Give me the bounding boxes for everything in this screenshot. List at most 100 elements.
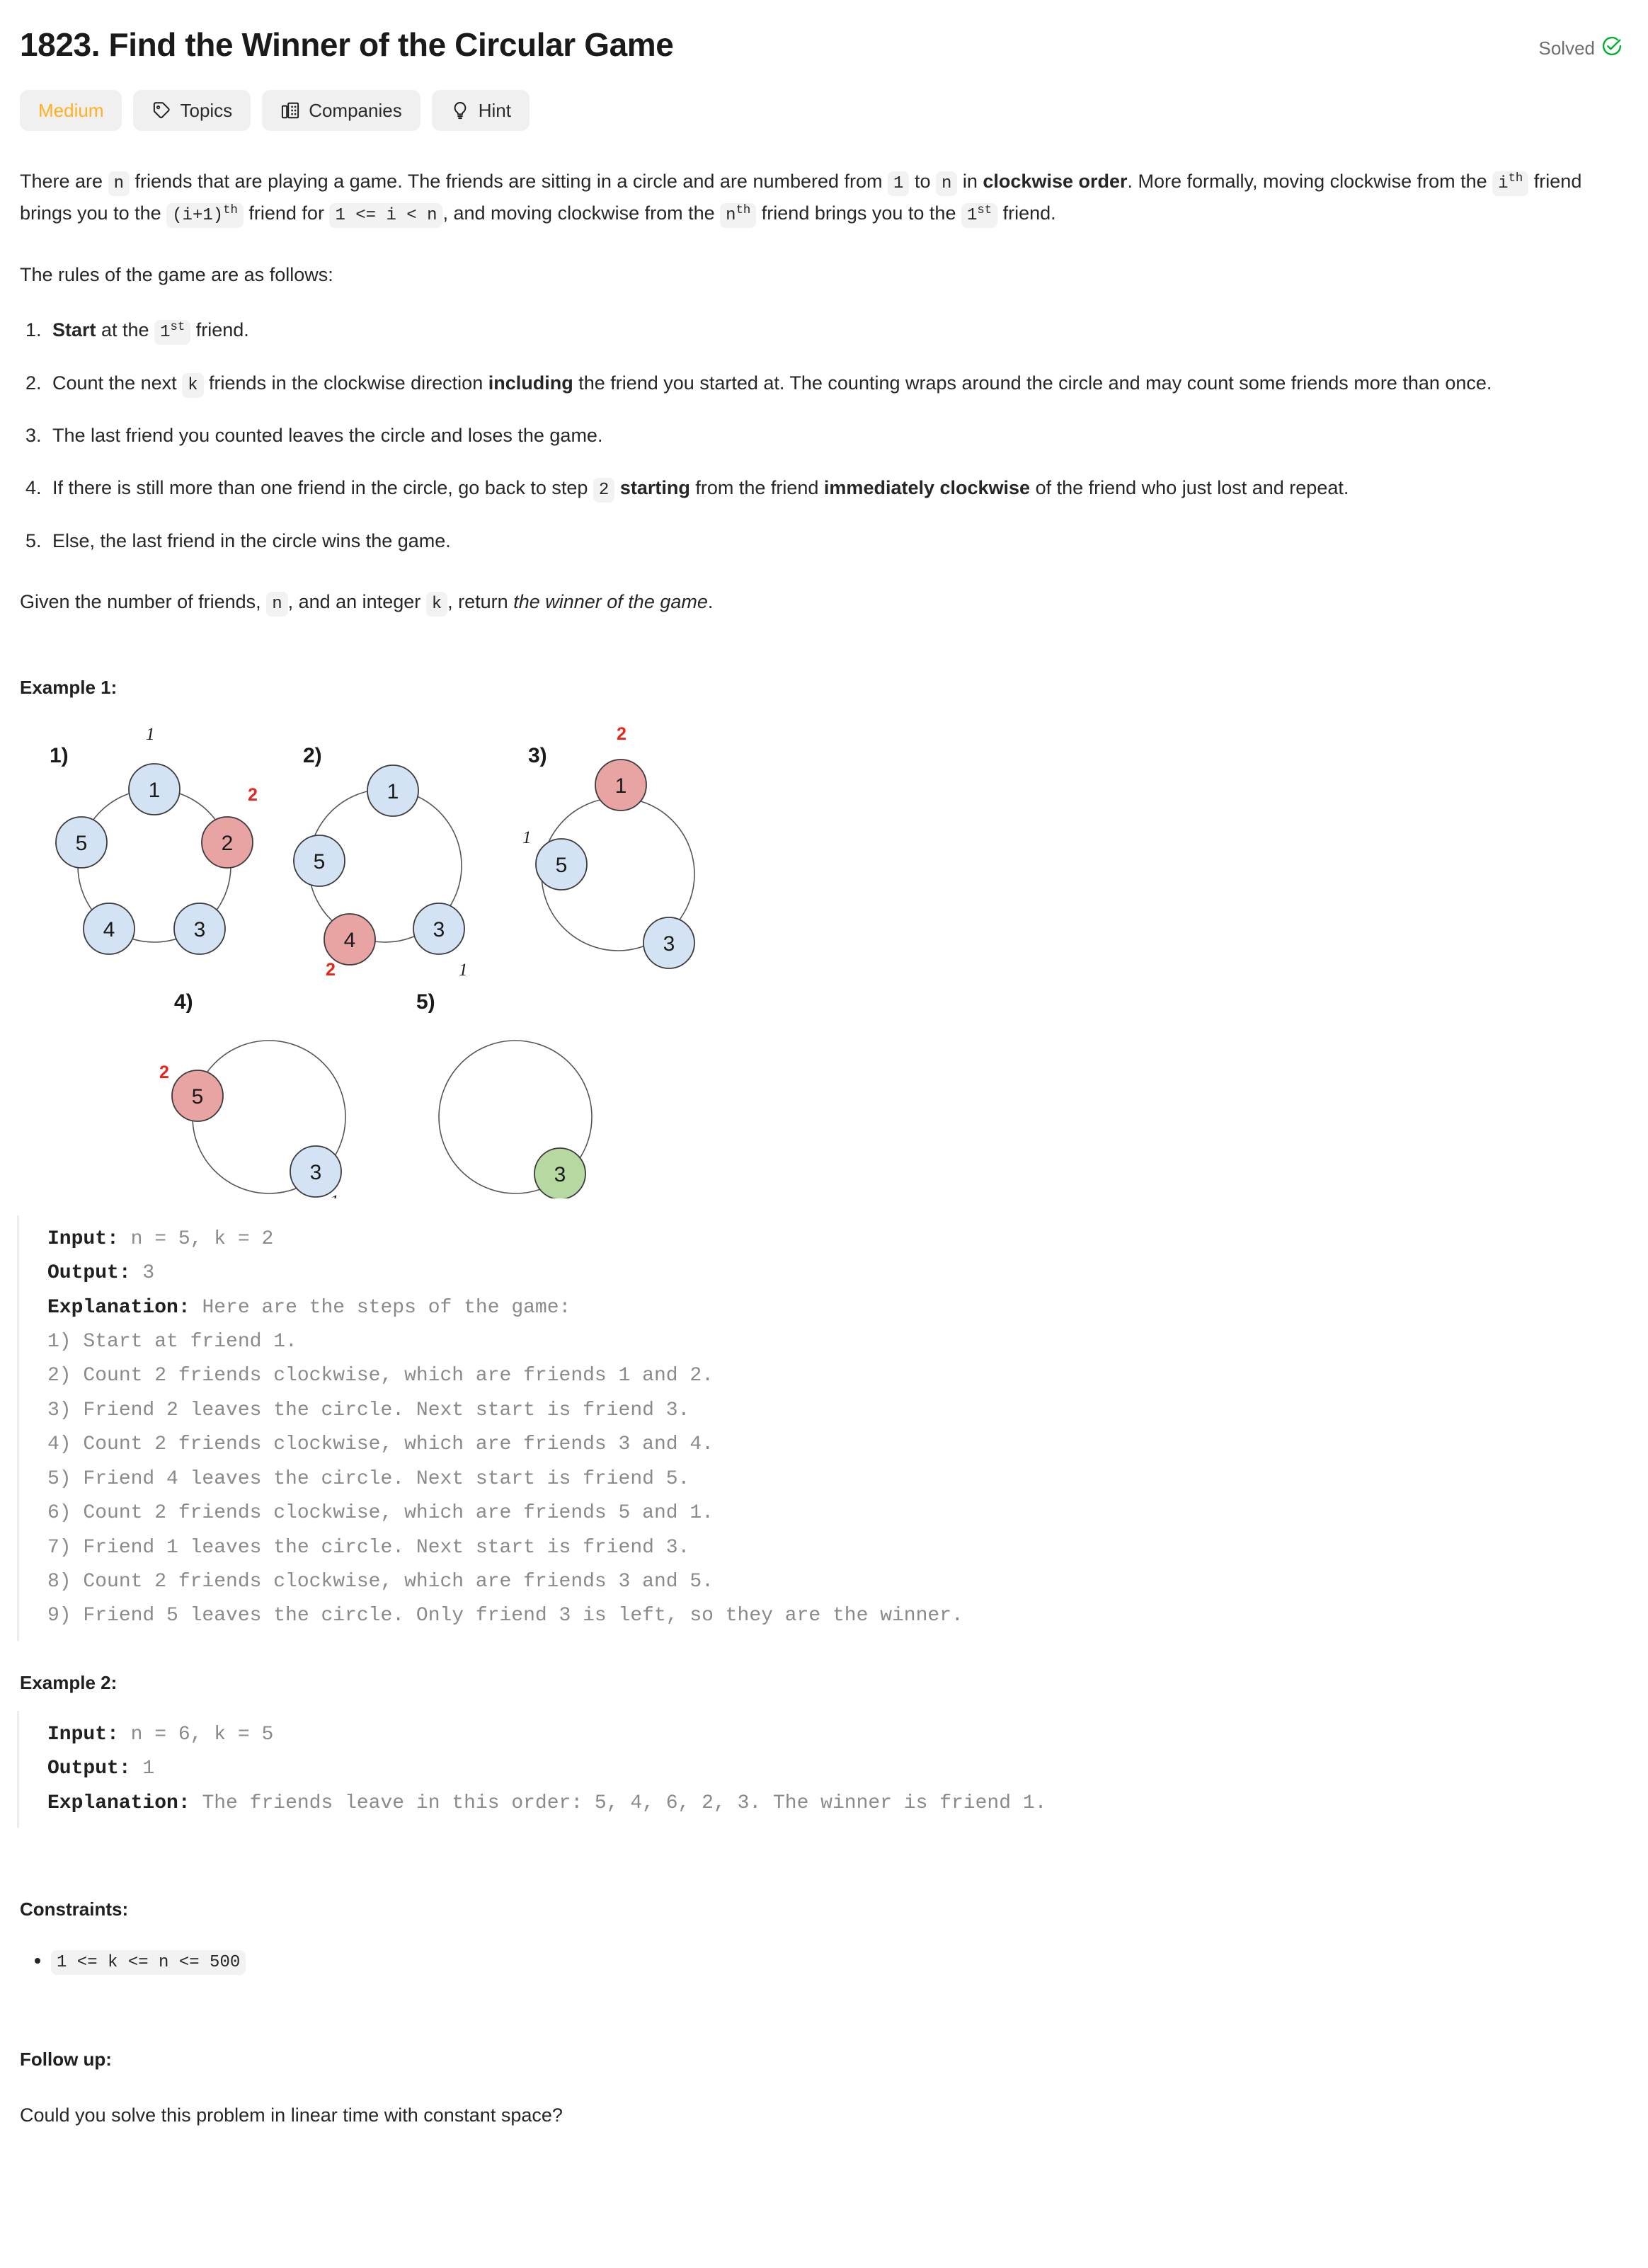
svg-text:4: 4 bbox=[344, 929, 356, 952]
example-2-codeblock: Input: n = 6, k = 5 Output: 1 Explanatio… bbox=[17, 1710, 1627, 1828]
panel-1-marker-red: 2 bbox=[248, 785, 258, 805]
status-badge: Solved bbox=[1539, 25, 1623, 62]
example-1-input-label: Input: bbox=[47, 1227, 119, 1250]
example-1-explanation-value: Here are the steps of the game: bbox=[190, 1296, 571, 1319]
panel-3-marker-red: 2 bbox=[617, 724, 626, 744]
given-code-k: k bbox=[425, 591, 448, 617]
rule-1-text-b: friend. bbox=[190, 319, 249, 340]
code-1st: 1st bbox=[961, 203, 998, 229]
svg-text:3: 3 bbox=[433, 918, 445, 941]
rule-4-text-c: of the friend who just lost and repeat. bbox=[1030, 477, 1349, 499]
constraint-item: 1 <= k <= n <= 500 bbox=[51, 1945, 1627, 1978]
example-2-heading: Example 2: bbox=[20, 1671, 118, 1693]
hint-button[interactable]: Hint bbox=[431, 90, 530, 132]
svg-text:1: 1 bbox=[387, 780, 399, 803]
intro-text-4: in bbox=[957, 171, 983, 193]
follow-up-text: Could you solve this problem in linear t… bbox=[20, 2104, 563, 2126]
rule-2-text-b: friends in the clockwise direction bbox=[203, 372, 488, 394]
difficulty-label: Medium bbox=[38, 99, 104, 121]
node-3: 3 bbox=[643, 916, 695, 969]
panel-4-marker-black: 1 bbox=[330, 1192, 339, 1198]
intro-text-2: friends that are playing a game. The fri… bbox=[129, 171, 888, 193]
code-nth: nth bbox=[720, 203, 757, 229]
panel-2-marker-red: 2 bbox=[326, 960, 336, 980]
check-circle-icon bbox=[1601, 35, 1623, 62]
code-range: 1 <= i < n bbox=[329, 203, 443, 229]
given-paragraph: Given the number of friends, n, and an i… bbox=[17, 587, 1610, 619]
panel-1-marker-top: 1 bbox=[146, 725, 155, 744]
panel-4-label: 4) bbox=[174, 990, 193, 1014]
difficulty-badge[interactable]: Medium bbox=[20, 90, 122, 132]
rule-2-text-c: the friend you started at. The counting … bbox=[573, 372, 1492, 394]
example-1-step-8: 8) Count 2 friends clockwise, which are … bbox=[47, 1571, 714, 1593]
example-1-step-9: 9) Friend 5 leaves the circle. Only frie… bbox=[47, 1605, 963, 1627]
rule-4-code-2: 2 bbox=[593, 478, 615, 503]
rule-2-text-a: Count the next bbox=[52, 372, 183, 394]
rule-1-bold: Start bbox=[52, 319, 96, 340]
panel-1-label: 1) bbox=[50, 744, 69, 767]
example-2-input-label: Input: bbox=[47, 1723, 119, 1746]
rule-4-bold-starting: starting bbox=[619, 477, 690, 499]
node-1: 1 bbox=[595, 758, 647, 811]
page-title: 1823. Find the Winner of the Circular Ga… bbox=[20, 26, 674, 63]
rule-item-2: Count the next k friends in the clockwis… bbox=[47, 368, 1627, 400]
rule-5-text: Else, the last friend in the circle wins… bbox=[52, 530, 451, 552]
building-icon bbox=[280, 101, 300, 120]
svg-text:3: 3 bbox=[194, 918, 206, 941]
example-1-step-6: 6) Count 2 friends clockwise, which are … bbox=[47, 1502, 714, 1525]
node-3: 3 bbox=[290, 1145, 342, 1198]
diagram-panel-1: 1) 1 2 1 2 3 4 5 bbox=[50, 725, 258, 955]
topics-button[interactable]: Topics bbox=[133, 90, 251, 132]
rule-item-3: The last friend you counted leaves the c… bbox=[47, 420, 1627, 452]
example-1-step-1: 1) Start at friend 1. bbox=[47, 1330, 297, 1353]
svg-text:3: 3 bbox=[310, 1161, 322, 1184]
diagram-panel-2: 2) 2 1 1 3 4 5 bbox=[293, 744, 468, 980]
problem-page: 1823. Find the Winner of the Circular Ga… bbox=[0, 0, 1648, 2160]
constraints-heading: Constraints: bbox=[20, 1898, 129, 1920]
example-1-step-4: 4) Count 2 friends clockwise, which are … bbox=[47, 1433, 714, 1456]
header: 1823. Find the Winner of the Circular Ga… bbox=[17, 25, 1627, 64]
topics-label: Topics bbox=[180, 99, 233, 121]
companies-label: Companies bbox=[309, 99, 402, 121]
rule-item-5: Else, the last friend in the circle wins… bbox=[47, 526, 1627, 557]
node-5: 5 bbox=[535, 837, 588, 890]
svg-text:4: 4 bbox=[103, 918, 115, 941]
given-italic: the winner of the game bbox=[513, 590, 708, 612]
rule-3-text: The last friend you counted leaves the c… bbox=[52, 425, 603, 447]
code-ith: ith bbox=[1492, 171, 1529, 197]
svg-text:1: 1 bbox=[149, 779, 161, 802]
panel-3-marker-black: 1 bbox=[522, 828, 532, 847]
intro-text-9: friend brings you to the bbox=[756, 202, 961, 224]
given-text-b: , and an integer bbox=[287, 590, 426, 612]
companies-button[interactable]: Companies bbox=[262, 90, 420, 132]
rule-item-4: If there is still more than one friend i… bbox=[47, 473, 1627, 505]
example-2-output-value: 1 bbox=[130, 1758, 155, 1780]
hint-label: Hint bbox=[478, 99, 511, 121]
example-2-explanation-label: Explanation: bbox=[47, 1792, 190, 1814]
node-1: 1 bbox=[367, 764, 419, 817]
node-1: 1 bbox=[128, 762, 181, 815]
intro-text-1: There are bbox=[20, 171, 108, 193]
example-1-step-7: 7) Friend 1 leaves the circle. Next star… bbox=[47, 1536, 690, 1559]
svg-text:5: 5 bbox=[556, 854, 568, 877]
example-1-step-5: 5) Friend 4 leaves the circle. Next star… bbox=[47, 1467, 690, 1490]
rule-4-text-b: from the friend bbox=[689, 477, 824, 499]
status-label: Solved bbox=[1538, 38, 1596, 59]
rule-item-1: Start at the 1st friend. bbox=[47, 315, 1627, 347]
example-1-step-3: 3) Friend 2 leaves the circle. Next star… bbox=[47, 1399, 690, 1421]
intro-text-3: to bbox=[909, 171, 936, 193]
follow-up-heading: Follow up: bbox=[20, 2049, 112, 2070]
svg-text:3: 3 bbox=[663, 932, 675, 956]
diagram-panel-5: 5) 3 bbox=[416, 990, 593, 1198]
rule-2-bold: including bbox=[488, 372, 573, 394]
circular-game-diagram: 1) 1 2 1 2 3 4 5 2) 2 1 1 3 4 5 3) 2 1 1… bbox=[50, 724, 695, 1198]
given-text-a: Given the number of friends, bbox=[20, 590, 267, 612]
svg-text:5: 5 bbox=[76, 832, 88, 855]
rule-2-code-k: k bbox=[182, 372, 204, 398]
node-3: 3 bbox=[413, 902, 465, 955]
node-5: 5 bbox=[171, 1069, 224, 1122]
panel-2-marker-black: 1 bbox=[459, 961, 468, 980]
svg-text:5: 5 bbox=[192, 1085, 204, 1109]
node-4: 4 bbox=[83, 902, 135, 955]
node-4: 4 bbox=[324, 912, 376, 966]
